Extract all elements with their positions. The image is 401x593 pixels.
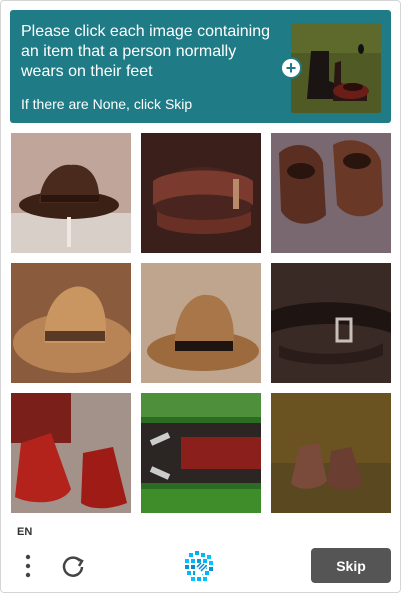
image-tile-boots[interactable] (11, 393, 131, 513)
skip-button[interactable]: Skip (311, 548, 391, 583)
more-vertical-icon[interactable] (18, 553, 38, 579)
refresh-icon[interactable] (60, 553, 86, 579)
example-image[interactable] (291, 23, 381, 113)
image-tile-shoes[interactable] (271, 393, 391, 513)
image-tile-hat[interactable] (11, 133, 131, 253)
prompt-instruction: Please click each image containing an it… (21, 23, 271, 80)
language-selector[interactable]: EN (17, 526, 32, 538)
image-tile-shoes[interactable] (271, 133, 391, 253)
hcaptcha-logo-icon[interactable] (183, 551, 217, 585)
image-tile-belt[interactable] (141, 393, 261, 513)
image-tile-belt[interactable] (271, 263, 391, 383)
image-tile-hat[interactable] (11, 263, 131, 383)
image-grid (11, 133, 391, 513)
image-tile-hat[interactable] (141, 263, 261, 383)
prompt-subtext: If there are None, click Skip (21, 96, 193, 112)
image-tile-belt[interactable] (141, 133, 261, 253)
plus-icon[interactable]: + (280, 57, 302, 79)
challenge-prompt: Please click each image containing an it… (10, 10, 391, 123)
